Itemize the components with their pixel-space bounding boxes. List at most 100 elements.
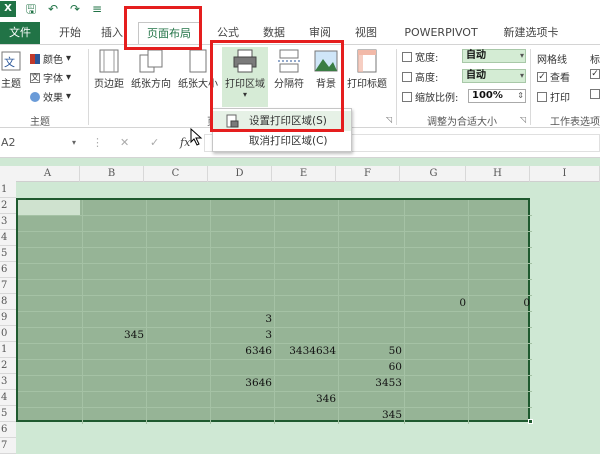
printer-icon [232,49,258,73]
row-header[interactable]: 1 [0,182,16,198]
spinner-arrows-icon: ⇕ [517,91,524,100]
worksheet-grid[interactable]: ABCDEFGHI 0 0 3 345 3 6346 3434634 50 60 3646 3453… [0,158,600,454]
theme-fonts-label: 字体 [43,74,63,85]
size-button[interactable]: 纸张大小 [176,49,220,90]
tab-formulas[interactable]: 公式 [210,22,246,44]
tab-powerpivot[interactable]: POWERPIVOT [396,22,486,44]
tab-insert[interactable]: 插入 [94,22,130,44]
fx-icon[interactable]: fx [180,136,190,149]
grid-line [18,327,532,328]
row-header[interactable]: 8 [0,294,16,310]
customize-qat-button[interactable]: ≡ [90,2,104,16]
themes-button[interactable]: 文 主题 [0,51,22,90]
theme-colors-button[interactable]: 颜色 ▾ [30,51,71,66]
row-header[interactable]: 6 [0,262,16,278]
row-header[interactable]: 9 [0,310,16,326]
row-header[interactable]: 7 [0,438,16,454]
row-header[interactable]: 7 [0,278,16,294]
grid-line [18,343,532,344]
grid-line [18,231,532,232]
breaks-label: 分隔符 [274,79,304,90]
row-header[interactable]: 6 [0,422,16,438]
print-label: 打印 [550,93,570,104]
margins-button[interactable]: 页边距 [92,49,126,90]
row-header[interactable]: 2 [0,358,16,374]
height-select[interactable]: 自动 ▾ [462,69,526,83]
row-header[interactable]: 4 [0,230,16,246]
gridlines-view-checkbox[interactable]: ✓ 查看 [537,69,570,84]
print-area-button[interactable]: 打印区域 ▾ [222,47,268,107]
tab-page-layout[interactable]: 页面布局 [138,22,200,44]
background-icon [313,49,339,73]
title-bar: X 🖫 ↶ ↷ ≡ [0,0,600,18]
row-header[interactable]: 5 [0,406,16,422]
row-header[interactable]: 3 [0,374,16,390]
active-cell-A2[interactable] [18,200,80,215]
column-header-G[interactable]: G [402,166,466,182]
themes-label: 主题 [1,79,21,90]
clear-print-area-label: 取消打印区域(C) [249,135,328,147]
save-icon[interactable]: 🖫 [24,2,38,16]
headings-print-checkbox[interactable] [590,89,600,99]
headings-view-checkbox[interactable]: ✓ [590,69,600,79]
column-header-C[interactable]: C [144,166,208,182]
column-header-E[interactable]: E [272,166,336,182]
height-value: 自动 [466,70,486,81]
row-header[interactable]: 0 [0,326,16,342]
undo-icon[interactable]: ↶ [46,2,60,16]
breaks-button[interactable]: 分隔符 [270,49,308,90]
orientation-button[interactable]: 纸张方向 [128,49,174,90]
dialog-launcher-icon[interactable]: ◹ [520,115,526,124]
column-header-D[interactable]: D [208,166,272,182]
grid-line [18,375,532,376]
cell-E13[interactable]: 3646 [192,377,272,389]
column-header-I[interactable]: I [530,166,600,182]
background-button[interactable]: 背景 [310,49,342,90]
column-header-H[interactable]: H [466,166,530,182]
fill-handle[interactable] [528,419,533,424]
row-header[interactable]: 5 [0,246,16,262]
select-all-corner[interactable] [0,166,16,182]
grid-line [18,359,532,360]
clear-print-area-item[interactable]: 取消打印区域(C) [213,131,351,151]
themes-icon: 文 [1,51,21,73]
width-select[interactable]: 自动 ▾ [462,49,526,63]
cell-G11[interactable]: 50 [322,345,402,357]
tab-file[interactable]: 文件 [0,22,40,44]
tab-home[interactable]: 开始 [52,22,88,44]
gridlines-print-checkbox[interactable]: 打印 [537,89,570,104]
cell-E9[interactable]: 3 [192,313,272,325]
cell-I8[interactable]: 0 [450,297,530,309]
row-header[interactable]: 1 [0,342,16,358]
set-print-area-item[interactable]: 设置打印区域(S) [213,111,351,131]
tab-data[interactable]: 数据 [256,22,292,44]
height-label: 高度: [415,73,439,84]
print-titles-button[interactable]: 打印标题 [344,49,390,90]
row-header[interactable]: 2 [0,198,16,214]
redo-icon[interactable]: ↷ [68,2,82,16]
scale-spinner[interactable]: 100% ⇕ [468,89,526,103]
tab-view[interactable]: 视图 [348,22,384,44]
theme-effects-button[interactable]: 效果 ▾ [30,89,71,104]
dialog-launcher-icon[interactable]: ◹ [386,115,392,124]
name-box[interactable]: A2 ▾ [0,134,78,152]
column-header-F[interactable]: F [336,166,400,182]
cancel-icon[interactable]: ✕ [120,136,129,149]
cell-G12[interactable]: 60 [322,361,402,373]
tab-new[interactable]: 新建选项卡 [496,22,566,44]
column-header-B[interactable]: B [80,166,144,182]
column-header-A[interactable]: A [16,166,80,182]
cell-F14[interactable]: 346 [256,393,336,405]
row-header[interactable]: 3 [0,214,16,230]
cell-C10[interactable]: 345 [64,329,144,341]
enter-icon[interactable]: ✓ [150,136,159,149]
tab-review[interactable]: 审阅 [302,22,338,44]
grid-line [18,311,532,312]
paper-size-icon [185,49,211,73]
theme-fonts-button[interactable]: 文 字体 ▾ [30,70,71,85]
selected-print-range[interactable]: 0 0 3 345 3 6346 3434634 50 60 3646 3453 346 345 [16,198,533,424]
cell-E10[interactable]: 3 [192,329,272,341]
row-header[interactable]: 4 [0,390,16,406]
cell-G13[interactable]: 3453 [322,377,402,389]
cell-G15[interactable]: 345 [322,409,402,421]
